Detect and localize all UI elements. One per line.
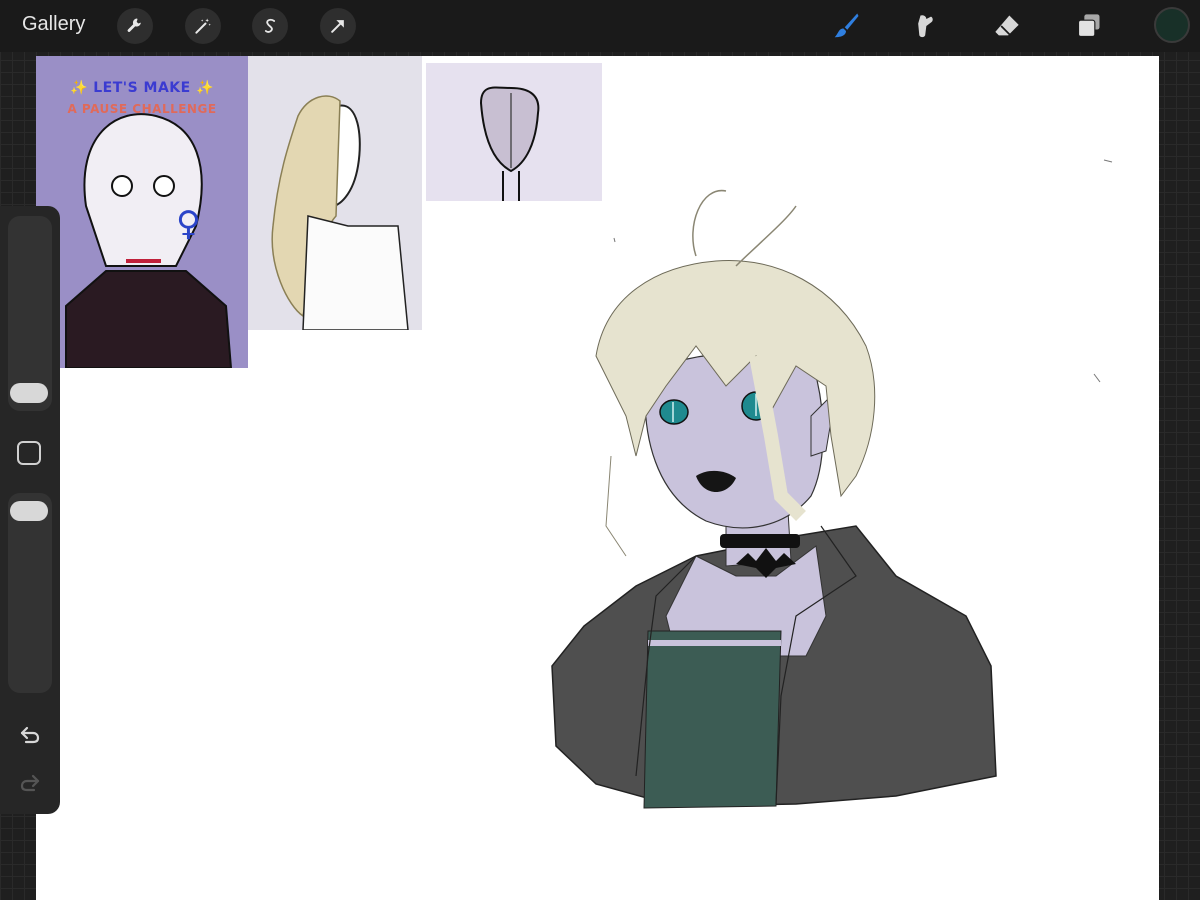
redo-button[interactable] <box>14 768 46 796</box>
gallery-button[interactable]: Gallery <box>22 13 85 36</box>
eraser-tool[interactable] <box>989 8 1025 44</box>
brush-tool[interactable] <box>828 8 864 44</box>
opacity-thumb[interactable] <box>10 501 48 521</box>
reference-sketch-2 <box>271 95 409 330</box>
reference-image-2[interactable] <box>248 56 422 330</box>
color-picker-button[interactable] <box>1154 7 1190 43</box>
layers-icon <box>1077 14 1100 38</box>
undo-icon <box>20 726 40 744</box>
reference-image-1[interactable]: ✨ LET'S MAKE ✨ A PAUSE CHALLENGE ♀ <box>36 56 248 368</box>
selection-button[interactable] <box>252 8 288 44</box>
brush-icon <box>834 13 859 38</box>
transform-arrow-icon <box>331 20 344 33</box>
adjustments-button[interactable] <box>185 8 221 44</box>
magic-wand-icon <box>195 18 211 34</box>
reference-sketch-1 <box>65 113 233 368</box>
selection-icon <box>264 18 276 33</box>
actions-button[interactable] <box>117 8 153 44</box>
reference-image-3[interactable] <box>426 63 602 201</box>
redo-icon <box>20 774 40 792</box>
eraser-icon <box>995 15 1019 36</box>
modify-button[interactable] <box>17 441 41 465</box>
green-top <box>643 630 782 809</box>
transform-button[interactable] <box>320 8 356 44</box>
layers-tool[interactable] <box>1071 8 1107 44</box>
side-toolbar <box>0 206 60 814</box>
smudge-icon <box>918 15 933 38</box>
opacity-slider[interactable] <box>8 493 52 693</box>
top-toolbar: Gallery <box>0 0 1200 52</box>
brush-size-slider[interactable] <box>8 216 52 411</box>
left-eye <box>659 399 689 425</box>
reference-sketch-3 <box>479 86 540 201</box>
wrench-icon <box>127 18 141 32</box>
female-symbol: ♀ <box>176 204 201 244</box>
choker <box>720 534 800 548</box>
smudge-tool[interactable] <box>906 8 942 44</box>
undo-button[interactable] <box>14 720 46 748</box>
brush-size-thumb[interactable] <box>10 383 48 403</box>
